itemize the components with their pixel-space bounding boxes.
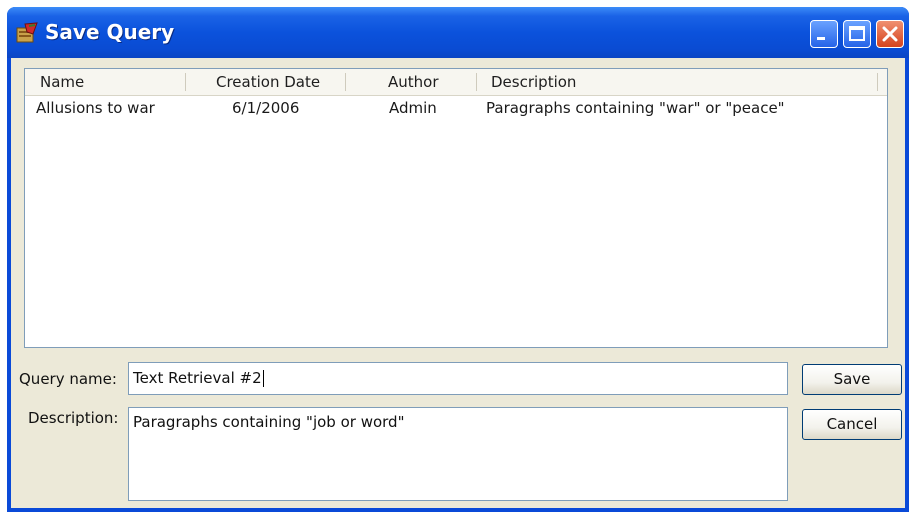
column-header-description[interactable]: Description [491,69,576,95]
maximize-button[interactable] [843,20,871,48]
column-header-creation-date[interactable]: Creation Date [216,69,320,95]
description-textarea[interactable]: Paragraphs containing "job or word" [128,407,788,501]
text-caret [262,370,264,387]
column-header-name[interactable]: Name [40,69,84,95]
description-value: Paragraphs containing "job or word" [133,413,405,431]
query-name-label: Query name: [19,370,117,388]
saved-queries-list[interactable]: Name Creation Date Author Description Al… [24,68,888,348]
table-row[interactable]: Allusions to war 6/1/2006 Admin Paragrap… [25,97,887,119]
close-icon [882,26,898,42]
column-divider[interactable] [476,73,477,91]
app-icon [16,22,38,43]
dialog-body: Name Creation Date Author Description Al… [11,58,905,508]
query-name-value: Text Retrieval #2 [133,369,262,387]
title-bar[interactable]: Save Query [7,7,909,58]
save-query-window: Save Query Name Creation Date Author Des… [7,7,909,512]
cancel-button[interactable]: Cancel [802,409,902,440]
description-label: Description: [28,409,119,427]
minimize-button[interactable] [810,20,838,48]
row-name: Allusions to war [36,99,155,117]
row-creation-date: 6/1/2006 [232,99,300,117]
column-divider[interactable] [345,73,346,91]
row-description: Paragraphs containing "war" or "peace" [486,99,785,117]
close-button[interactable] [876,20,904,48]
list-header: Name Creation Date Author Description [25,69,887,96]
row-author: Admin [389,99,437,117]
column-divider[interactable] [185,73,186,91]
save-button[interactable]: Save [802,364,902,395]
query-name-input[interactable]: Text Retrieval #2 [128,362,788,395]
column-divider[interactable] [877,73,878,91]
column-header-author[interactable]: Author [388,69,439,95]
minimize-icon [817,37,825,40]
window-title: Save Query [45,20,175,44]
maximize-icon [849,26,865,41]
